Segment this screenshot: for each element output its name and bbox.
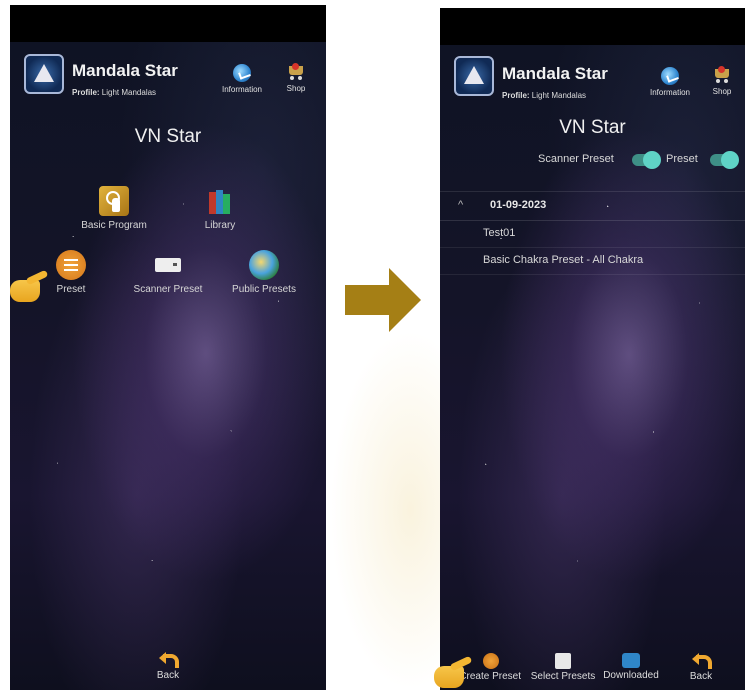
preset-toggle-label: Preset <box>666 153 698 165</box>
phone-screen-main-menu: Mandala Star Profile: Light Mandalas Inf… <box>10 42 326 690</box>
downloaded-button[interactable]: Downloaded <box>596 653 666 681</box>
app-title: Mandala Star <box>72 61 178 80</box>
scanner-preset-toggle-label: Scanner Preset <box>538 153 614 165</box>
scanner-device-icon <box>153 250 183 280</box>
date-group-header[interactable]: ^ 01-09-2023 <box>440 191 745 221</box>
download-icon <box>622 653 640 668</box>
cart-icon <box>286 62 306 82</box>
information-button[interactable]: Information <box>216 64 268 94</box>
shop-button[interactable]: Shop <box>270 62 322 93</box>
back-arrow-icon <box>692 653 712 669</box>
globe-icon <box>661 67 679 85</box>
device-title: VN Star <box>559 117 626 138</box>
status-bar <box>440 8 745 45</box>
back-arrow-icon <box>159 652 179 668</box>
library-button[interactable]: Library <box>172 186 268 231</box>
transition-arrow <box>345 285 391 315</box>
globe-icon <box>233 64 251 82</box>
earth-icon <box>249 250 279 280</box>
app-logo <box>24 54 64 94</box>
checklist-icon <box>555 653 571 669</box>
transition-arrow-head <box>389 268 421 332</box>
list-item[interactable]: Test01 <box>440 221 745 248</box>
chevron-up-icon: ^ <box>458 199 464 211</box>
app-logo <box>454 56 494 96</box>
information-button[interactable]: Information <box>644 67 696 97</box>
profile-info: Profile: Light Mandalas <box>72 88 157 97</box>
app-title: Mandala Star <box>502 64 608 83</box>
scanner-preset-toggle[interactable] <box>632 151 661 169</box>
phone-screen-presets: Mandala Star Profile: Light Mandalas Inf… <box>440 45 745 690</box>
back-button[interactable]: Back <box>666 653 736 682</box>
create-preset-icon <box>483 653 499 669</box>
cart-icon <box>712 65 732 85</box>
scanner-preset-button[interactable]: Scanner Preset <box>120 250 216 295</box>
shop-button[interactable]: Shop <box>696 65 745 96</box>
list-item[interactable]: Basic Chakra Preset - All Chakra <box>440 248 745 275</box>
books-icon <box>205 186 235 216</box>
status-bar <box>10 5 326 42</box>
pointing-hand-icon <box>434 666 464 688</box>
sliders-icon <box>56 250 86 280</box>
touch-icon <box>99 186 129 216</box>
preset-toggle[interactable] <box>710 151 739 169</box>
profile-info: Profile: Light Mandalas <box>502 91 587 100</box>
device-title: VN Star <box>134 126 202 147</box>
pointing-hand-icon <box>10 280 40 302</box>
select-presets-button[interactable]: Select Presets <box>528 653 598 682</box>
public-presets-button[interactable]: Public Presets <box>216 250 312 295</box>
basic-program-button[interactable]: Basic Program <box>66 186 162 231</box>
back-button[interactable]: Back <box>133 652 203 681</box>
